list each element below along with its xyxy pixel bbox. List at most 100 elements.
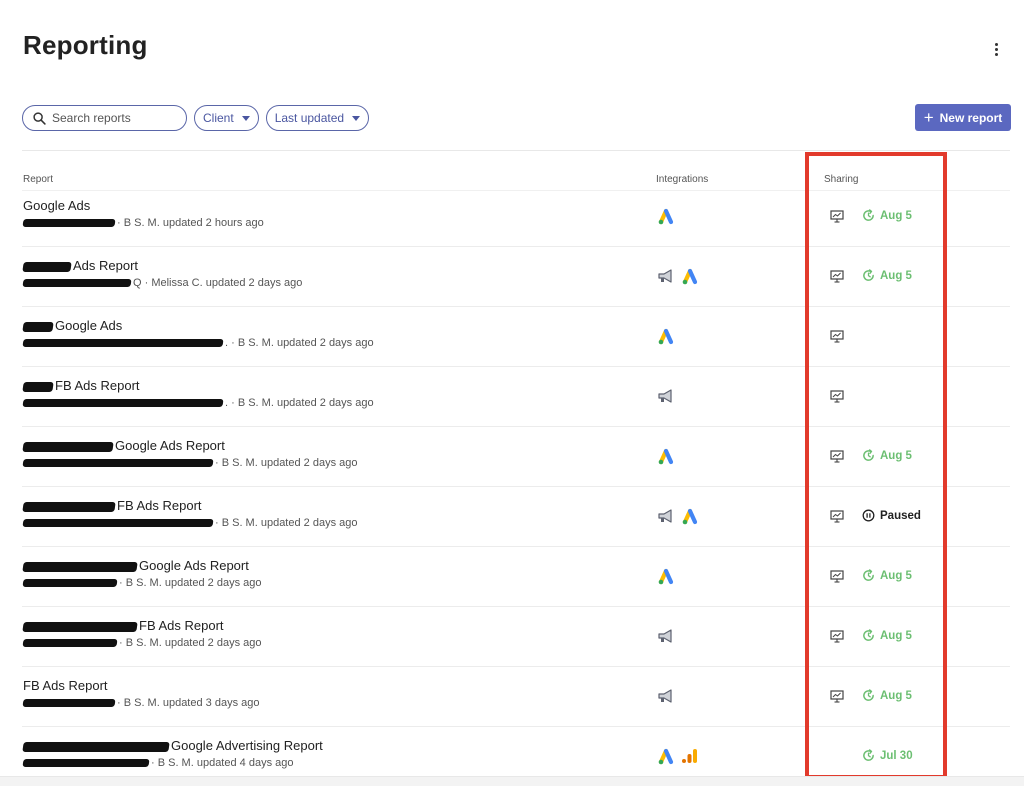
last-updated-filter-dropdown[interactable]: Last updated <box>265 105 370 131</box>
report-meta: · B S. M. updated 2 days ago <box>22 457 358 469</box>
report-updated-text: · B S. M. updated 3 days ago <box>117 697 260 709</box>
redacted-text <box>22 699 116 708</box>
plus-icon: + <box>923 108 934 127</box>
client-filter-label: Client <box>203 111 234 125</box>
google-ads-icon <box>680 507 700 525</box>
google-ads-icon <box>656 567 676 585</box>
presentation-screen-icon[interactable] <box>830 210 844 223</box>
schedule-status[interactable]: Aug 5 <box>862 689 912 702</box>
report-name[interactable]: FB Ads Report <box>23 678 108 693</box>
redacted-text <box>22 639 118 648</box>
refresh-clock-icon <box>862 689 880 702</box>
redacted-text <box>22 741 170 752</box>
new-report-button[interactable]: + New report <box>915 104 1011 131</box>
schedule-label: Aug 5 <box>880 209 912 222</box>
integration-icons <box>656 507 700 525</box>
schedule-status[interactable]: Aug 5 <box>862 449 912 462</box>
redacted-text <box>22 501 116 512</box>
kebab-icon[interactable] <box>988 40 1004 58</box>
report-name-label: Google Advertising Report <box>171 738 323 753</box>
report-name[interactable]: Google Ads Report <box>22 558 249 573</box>
client-filter-dropdown[interactable]: Client <box>194 105 259 131</box>
report-name[interactable]: Google Advertising Report <box>22 738 323 753</box>
report-name[interactable]: Google Ads <box>22 318 122 333</box>
presentation-screen-icon[interactable] <box>830 510 844 523</box>
report-row[interactable]: Ads Report Q · Melissa C. updated 2 days … <box>0 247 1010 307</box>
presentation-screen-icon[interactable] <box>830 690 844 703</box>
report-updated-text: · B S. M. updated 2 days ago <box>215 457 358 469</box>
refresh-clock-icon <box>862 629 880 642</box>
presentation-screen-icon[interactable] <box>830 570 844 583</box>
refresh-clock-icon <box>862 569 880 582</box>
integration-icons <box>656 447 676 465</box>
schedule-label: Aug 5 <box>880 569 912 582</box>
redacted-text <box>22 219 116 228</box>
presentation-screen-icon[interactable] <box>830 390 844 403</box>
report-meta: · B S. M. updated 4 days ago <box>22 757 293 769</box>
report-updated-text: · B S. M. updated 2 days ago <box>119 577 262 589</box>
search-icon <box>33 111 46 125</box>
report-name[interactable]: Ads Report <box>22 258 138 273</box>
report-name[interactable]: FB Ads Report <box>22 378 140 393</box>
report-meta: · B S. M. updated 2 days ago <box>22 637 262 649</box>
presentation-screen-icon[interactable] <box>830 630 844 643</box>
report-row[interactable]: FB Ads Report . · B S. M. updated 2 days … <box>0 367 1010 427</box>
report-name[interactable]: Google Ads Report <box>22 438 225 453</box>
column-header-report[interactable]: Report <box>23 174 53 185</box>
google-ads-icon <box>656 447 676 465</box>
report-row[interactable]: FB Ads Report · B S. M. updated 2 days ag… <box>0 487 1010 547</box>
analytics-icon <box>680 747 700 765</box>
report-meta: . · B S. M. updated 2 days ago <box>22 397 374 409</box>
schedule-label: Aug 5 <box>880 689 912 702</box>
integration-icons <box>656 327 676 345</box>
schedule-status[interactable]: Aug 5 <box>862 269 912 282</box>
search-box[interactable] <box>22 105 187 131</box>
schedule-label: Paused <box>880 509 921 522</box>
redacted-text <box>22 399 224 408</box>
report-meta: · B S. M. updated 2 days ago <box>22 577 262 589</box>
filter-toolbar: Client Last updated <box>22 105 370 131</box>
presentation-screen-icon[interactable] <box>830 450 844 463</box>
schedule-status[interactable]: Paused <box>862 509 921 522</box>
redacted-text <box>22 561 138 572</box>
redacted-text <box>22 339 224 348</box>
presentation-screen-icon[interactable] <box>830 330 844 343</box>
schedule-status[interactable]: Aug 5 <box>862 569 912 582</box>
google-ads-icon <box>680 267 700 285</box>
report-name-label: Google Ads Report <box>115 438 225 453</box>
report-name-label: FB Ads Report <box>117 498 202 513</box>
schedule-status[interactable]: Aug 5 <box>862 209 912 222</box>
schedule-status[interactable]: Aug 5 <box>862 629 912 642</box>
report-name[interactable]: FB Ads Report <box>22 498 202 513</box>
report-updated-text: · B S. M. updated 2 days ago <box>215 517 358 529</box>
report-row[interactable]: FB Ads Report · B S. M. updated 3 days ag… <box>0 667 1010 727</box>
report-name-label: Google Ads <box>23 198 91 213</box>
report-name[interactable]: FB Ads Report <box>22 618 224 633</box>
report-row[interactable]: Google Ads Report · B S. M. updated 2 day… <box>0 427 1010 487</box>
last-updated-filter-label: Last updated <box>274 111 345 125</box>
redacted-text <box>22 279 132 288</box>
megaphone-icon <box>656 627 676 645</box>
report-row[interactable]: Google Ads Report · B S. M. updated 2 day… <box>0 547 1010 607</box>
redacted-text <box>22 621 138 632</box>
google-ads-icon <box>656 207 676 225</box>
redacted-text <box>22 381 54 392</box>
redacted-text <box>22 459 214 468</box>
column-header-sharing: Sharing <box>824 174 859 185</box>
integration-icons <box>656 747 700 765</box>
presentation-screen-icon[interactable] <box>830 270 844 283</box>
chevron-down-icon <box>241 115 250 121</box>
search-input[interactable] <box>52 111 172 125</box>
report-name[interactable]: Google Ads <box>23 198 90 213</box>
schedule-label: Aug 5 <box>880 449 912 462</box>
report-updated-text: · B S. M. updated 2 days ago <box>119 637 262 649</box>
megaphone-icon <box>656 267 676 285</box>
report-name-label: Google Ads Report <box>139 558 249 573</box>
report-name-label: FB Ads Report <box>23 678 108 693</box>
report-row[interactable]: FB Ads Report · B S. M. updated 2 days ag… <box>0 607 1010 667</box>
redacted-text <box>22 441 114 452</box>
report-row[interactable]: Google Ads · B S. M. updated 2 hours ago A… <box>0 187 1010 247</box>
schedule-label: Aug 5 <box>880 629 912 642</box>
report-row[interactable]: Google Ads . · B S. M. updated 2 days ago <box>0 307 1010 367</box>
schedule-status[interactable]: Jul 30 <box>862 749 913 762</box>
